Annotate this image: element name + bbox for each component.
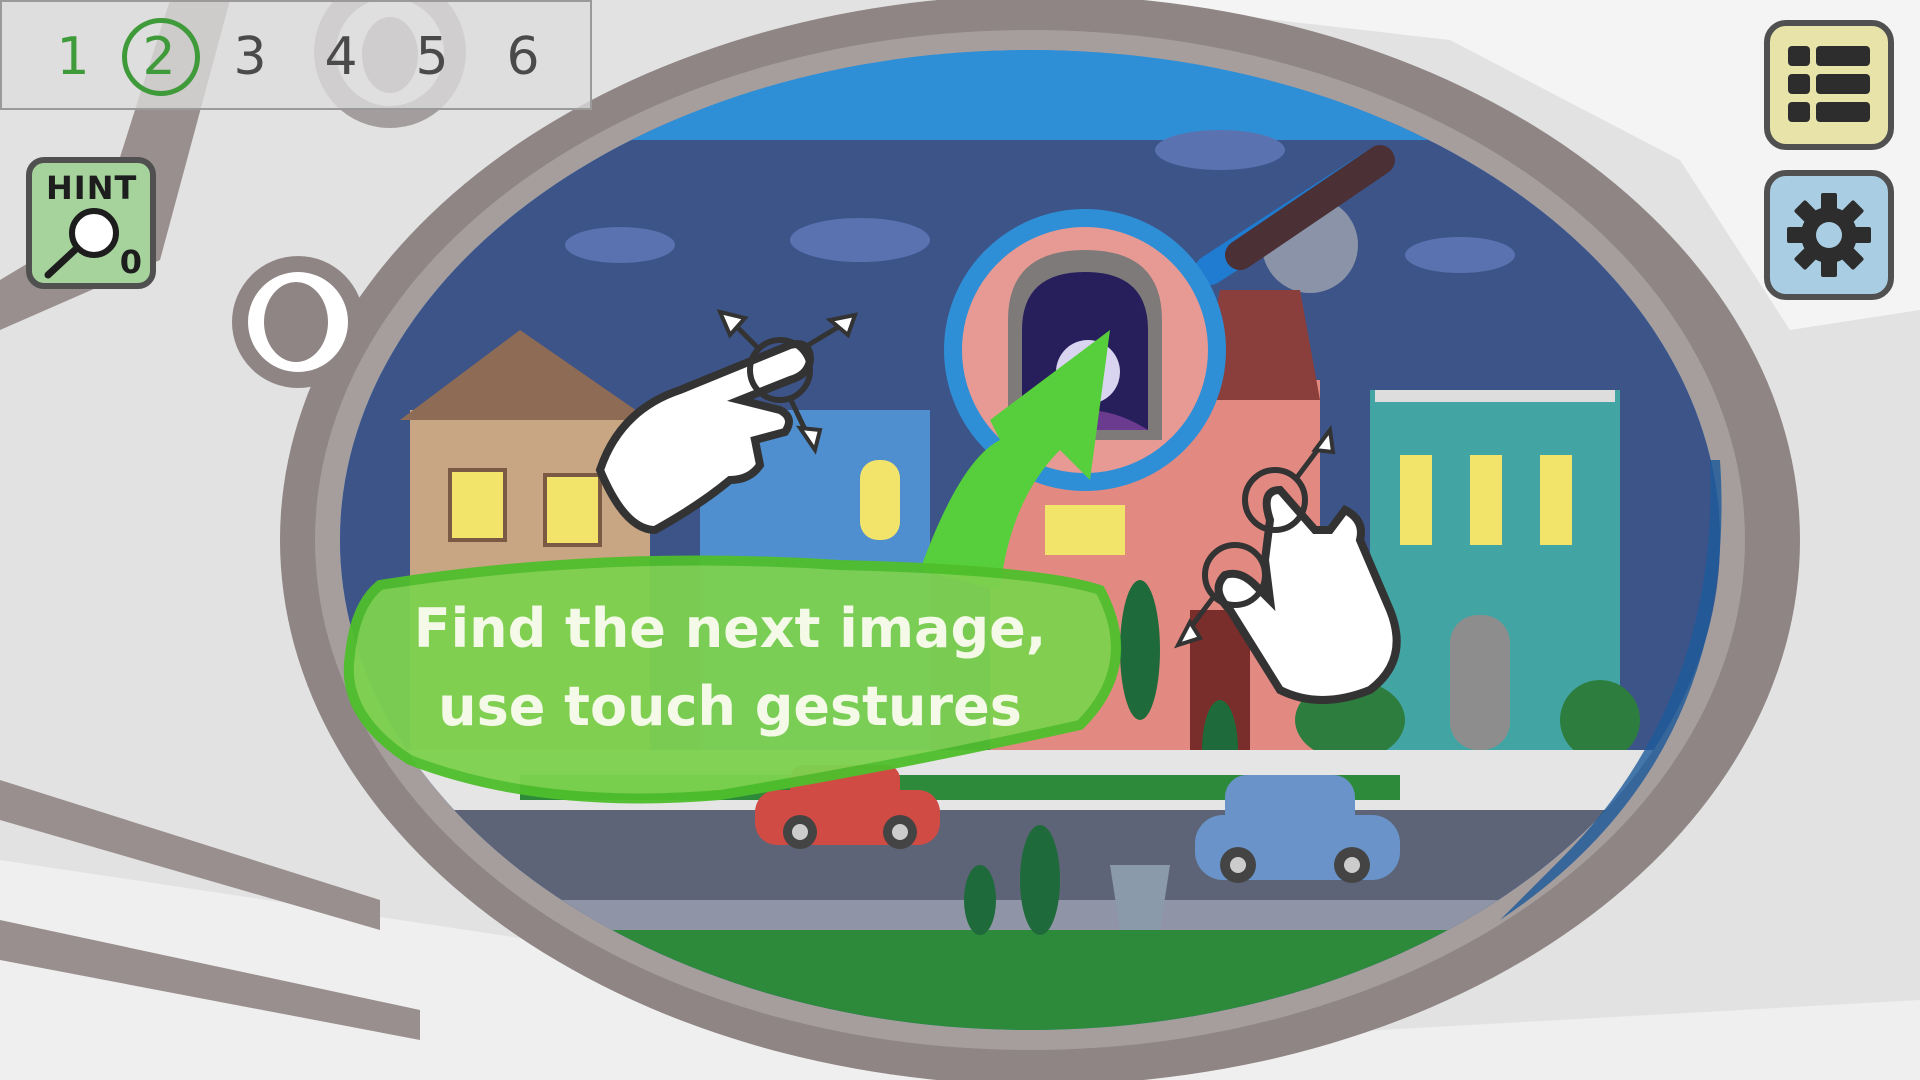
tutorial-message: Find the next image, use touch gestures [380, 590, 1080, 746]
pinch-gesture-hand-icon [595, 309, 859, 535]
level-5-label: 5 [415, 27, 449, 87]
menu-button[interactable] [1764, 20, 1894, 150]
list-icon [1788, 46, 1870, 122]
tutorial-line-1: Find the next image, [413, 597, 1047, 660]
level-3-label: 3 [233, 27, 267, 87]
level-6-label: 6 [506, 27, 540, 87]
game-stage: Find the next image, use touch gestures … [0, 0, 1920, 1080]
level-2-button[interactable]: 2 [122, 18, 200, 96]
level-4-label: 4 [324, 27, 358, 87]
settings-button[interactable] [1764, 170, 1894, 300]
hint-label: HINT [46, 169, 138, 207]
level-6-button[interactable]: 6 [488, 20, 558, 94]
hint-button[interactable]: HINT 0 [26, 157, 156, 289]
level-5-button[interactable]: 5 [397, 20, 467, 94]
zoom-gesture-hand-icon [1173, 424, 1401, 704]
gear-icon [1787, 193, 1871, 277]
magnifier-icon [44, 208, 119, 279]
level-1-button[interactable]: 1 [38, 20, 108, 94]
level-4-button[interactable]: 4 [306, 20, 376, 94]
hint-count: 0 [119, 243, 142, 281]
level-1-label: 1 [56, 27, 90, 87]
level-3-button[interactable]: 3 [215, 20, 285, 94]
tutorial-line-2: use touch gestures [438, 675, 1022, 738]
level-selector: 1 2 3 4 5 6 [0, 0, 592, 110]
current-level-ring [122, 18, 200, 96]
